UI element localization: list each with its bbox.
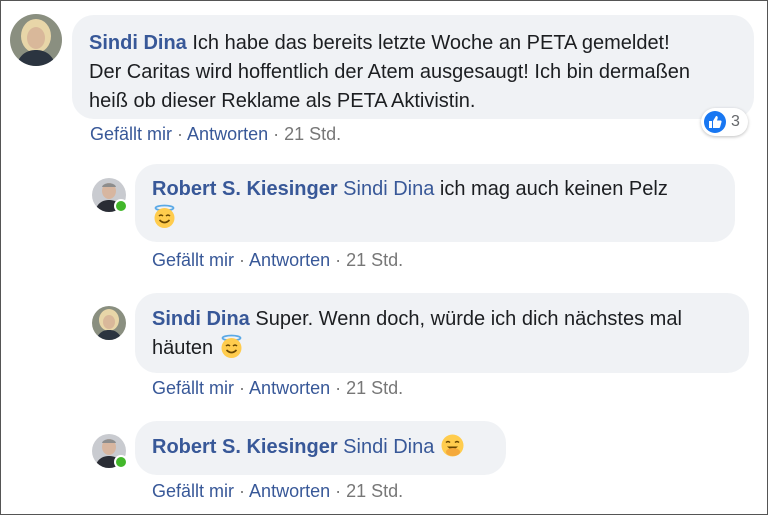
comment-text: Ich habe das bereits letzte Woche an PET… <box>192 32 670 54</box>
online-status-indicator <box>114 455 128 469</box>
reply-link[interactable]: Antworten <box>249 378 330 398</box>
smiling-face-with-halo-icon <box>219 334 244 359</box>
avatar-sindi-dina[interactable] <box>10 14 62 66</box>
separator: · <box>239 378 246 398</box>
comment-actions: Gefällt mir · Antworten · 21 Std. <box>152 481 403 502</box>
reaction-count-badge[interactable]: 3 <box>701 108 748 136</box>
like-link[interactable]: Gefällt mir <box>90 124 172 144</box>
separator: · <box>239 250 246 270</box>
comment-text: häuten <box>152 337 214 359</box>
timestamp-link[interactable]: 21 Std. <box>346 250 403 270</box>
author-name[interactable]: Sindi Dina <box>89 32 187 54</box>
reply-link[interactable]: Antworten <box>249 250 330 270</box>
avatar-sindi-dina[interactable] <box>92 306 126 340</box>
author-name[interactable]: Sindi Dina <box>152 308 250 330</box>
reaction-count: 3 <box>731 113 740 130</box>
comment-bubble: Sindi Dina Super. Wenn doch, würde ich d… <box>135 293 749 373</box>
mention-link[interactable]: Sindi Dina <box>343 178 434 200</box>
separator: · <box>239 481 246 501</box>
comment-actions: Gefällt mir · Antworten · 21 Std. <box>152 250 403 271</box>
online-status-indicator <box>114 199 128 213</box>
comment-text: ich mag auch keinen Pelz <box>439 178 668 200</box>
comment-bubble: Robert S. Kiesinger Sindi Dina ich mag a… <box>135 164 735 242</box>
like-link[interactable]: Gefällt mir <box>152 378 234 398</box>
comment-bubble: Robert S. Kiesinger Sindi Dina <box>135 421 506 475</box>
reply-link[interactable]: Antworten <box>187 124 268 144</box>
separator: · <box>335 250 342 270</box>
smiling-face-with-halo-icon <box>152 204 177 229</box>
separator: · <box>177 124 184 144</box>
comment-bubble: Sindi Dina Ich habe das bereits letzte W… <box>72 15 754 119</box>
author-name[interactable]: Robert S. Kiesinger <box>152 178 338 200</box>
comment-actions: Gefällt mir · Antworten · 21 Std. <box>90 124 341 145</box>
reply-link[interactable]: Antworten <box>249 481 330 501</box>
timestamp-link[interactable]: 21 Std. <box>284 124 341 144</box>
like-link[interactable]: Gefällt mir <box>152 250 234 270</box>
like-link[interactable]: Gefällt mir <box>152 481 234 501</box>
comment-text: Der Caritas wird hoffentlich der Atem au… <box>89 61 691 83</box>
comment-actions: Gefällt mir · Antworten · 21 Std. <box>152 378 403 399</box>
like-icon <box>704 111 726 133</box>
separator: · <box>335 378 342 398</box>
timestamp-link[interactable]: 21 Std. <box>346 481 403 501</box>
comment-text: Super. Wenn doch, würde ich dich nächste… <box>255 308 682 330</box>
separator: · <box>273 124 280 144</box>
author-name[interactable]: Robert S. Kiesinger <box>152 436 338 458</box>
mention-link[interactable]: Sindi Dina <box>343 436 434 458</box>
face-with-hand-over-mouth-icon <box>440 433 465 458</box>
separator: · <box>335 481 342 501</box>
timestamp-link[interactable]: 21 Std. <box>346 378 403 398</box>
comment-text: heiß ob dieser Reklame als PETA Aktivist… <box>89 90 476 112</box>
